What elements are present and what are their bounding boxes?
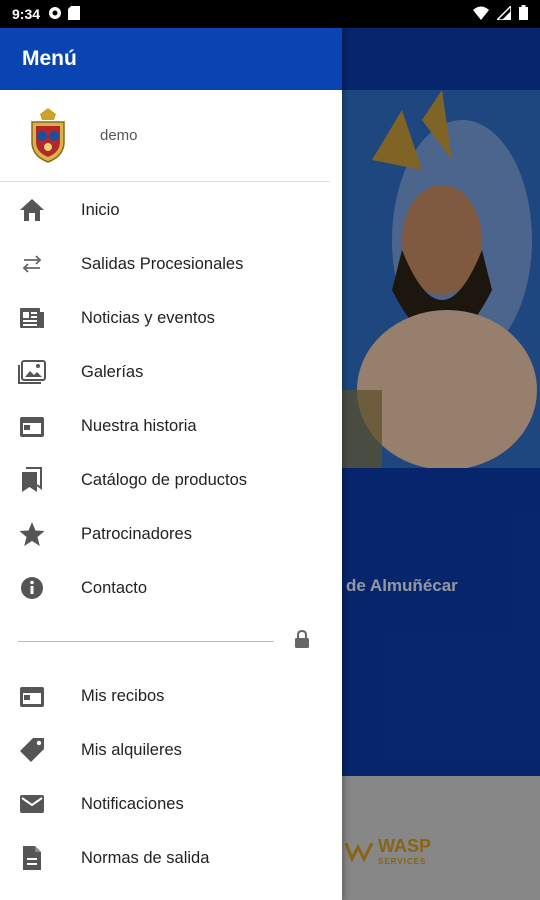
bookmark-icon [18,466,46,494]
receipt-icon [18,682,46,710]
menu-item-inicio[interactable]: Inicio [0,183,342,237]
menu-item-label: Mis alquileres [81,740,182,759]
signal-icon [495,3,512,23]
profile-name: demo [100,127,138,144]
settings-icon [48,6,62,23]
drawer-title: Menú [0,28,342,90]
menu-item-noticias[interactable]: Noticias y eventos [0,291,342,345]
swap-icon [18,250,46,278]
private-section-divider [0,615,342,669]
menu-item-contacto[interactable]: Contacto [0,561,342,615]
home-icon [18,196,46,224]
menu-item-patrocinadores[interactable]: Patrocinadores [0,507,342,561]
gallery-icon [18,358,46,386]
wifi-icon [473,6,489,23]
newspaper-icon [18,304,46,332]
menu-item-nuestra-historia[interactable]: Nuestra historia [0,399,342,453]
star-icon [18,520,46,548]
menu-item-label: Notificaciones [81,794,184,813]
menu-item-label: Mis recibos [81,686,165,705]
menu-item-salidas-procesionales[interactable]: Salidas Procesionales [0,237,342,291]
tag-icon [18,736,46,764]
profile-section[interactable]: demo [0,90,330,182]
menu-item-label: Inicio [81,200,120,219]
menu-item-mis-alquileres[interactable]: Mis alquileres [0,723,342,777]
menu-list: Inicio Salidas Procesionales Noticias y … [0,182,342,885]
menu-item-mis-recibos[interactable]: Mis recibos [0,669,342,723]
navigation-drawer: Menú demo Inicio Salidas Procesionales N… [0,28,342,900]
calendar-icon [18,412,46,440]
menu-item-label: Catálogo de productos [81,470,248,489]
divider-line [18,641,274,642]
menu-item-label: Salidas Procesionales [81,254,244,273]
menu-item-label: Contacto [81,578,148,597]
menu-item-label: Nuestra historia [81,416,197,435]
menu-item-label: Galerías [81,362,144,381]
mail-icon [18,790,46,818]
battery-icon [519,5,528,23]
menu-item-label: Patrocinadores [81,524,192,543]
brotherhood-crest-icon [26,107,70,164]
document-icon [18,844,46,872]
menu-item-catalogo[interactable]: Catálogo de productos [0,453,342,507]
menu-item-notificaciones[interactable]: Notificaciones [0,777,342,831]
menu-item-label: Noticias y eventos [81,308,215,327]
menu-item-label: Normas de salida [81,848,210,867]
info-icon [18,574,46,602]
menu-item-normas-de-salida[interactable]: Normas de salida [0,831,342,885]
status-time: 9:34 [12,6,41,22]
menu-item-galerias[interactable]: Galerías [0,345,342,399]
lock-icon [294,629,310,654]
status-bar: 9:34 [0,0,540,28]
sd-card-icon [68,5,81,23]
